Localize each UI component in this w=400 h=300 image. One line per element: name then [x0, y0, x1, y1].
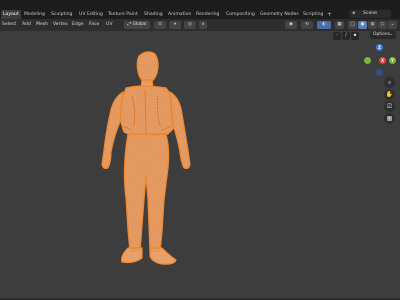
character-mesh[interactable]: [0, 0, 400, 300]
